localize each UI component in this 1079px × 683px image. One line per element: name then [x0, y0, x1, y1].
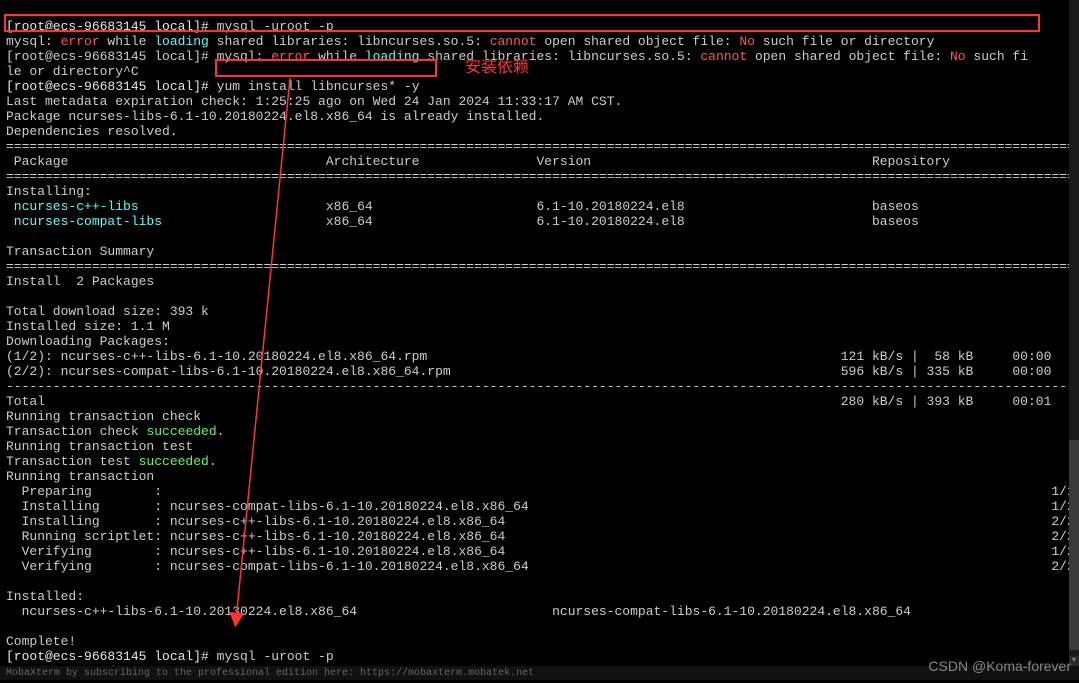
- cmd-text: mysql -uroot -p: [217, 19, 334, 34]
- table-header: Package Architecture Version Repository …: [6, 154, 1079, 169]
- pkg-name: ncurses-compat-libs: [6, 214, 162, 229]
- pkg-name: ncurses-c++-libs: [6, 199, 139, 214]
- complete: Complete!: [6, 634, 76, 649]
- loading-word: loading: [154, 34, 209, 49]
- prompt: [root@ecs-96683145 local]#: [6, 19, 209, 34]
- meta-line: Last metadata expiration check: 1:25:25 …: [6, 94, 622, 109]
- progress-line: Preparing : 1/1: [6, 484, 1075, 499]
- tx-summary: Transaction Summary: [6, 244, 154, 259]
- separator: ========================================…: [6, 139, 1079, 154]
- download-line: (1/2): ncurses-c++-libs-6.1-10.20180224.…: [6, 349, 1051, 364]
- succeeded: succeeded: [146, 424, 216, 439]
- cmd-yum: yum install libncurses* -y: [217, 79, 420, 94]
- scrollbar-thumb[interactable]: [1069, 440, 1079, 650]
- total-line: Total 280 kB/s | 393 kB 00:01: [6, 394, 1051, 409]
- watermark: CSDN @Koma-forever: [928, 659, 1071, 674]
- download-line: (2/2): ncurses-compat-libs-6.1-10.201802…: [6, 364, 1051, 379]
- installing-header: Installing:: [6, 184, 92, 199]
- installed-header: Installed:: [6, 589, 84, 604]
- error-word: error: [61, 34, 100, 49]
- status-bar: MobaXterm by subscribing to the professi…: [0, 666, 1079, 680]
- err-text: mysql:: [6, 34, 61, 49]
- terminal-output[interactable]: [root@ecs-96683145 local]# mysql -uroot …: [0, 0, 1079, 683]
- cmd-mysql: mysql -uroot -p: [217, 649, 334, 664]
